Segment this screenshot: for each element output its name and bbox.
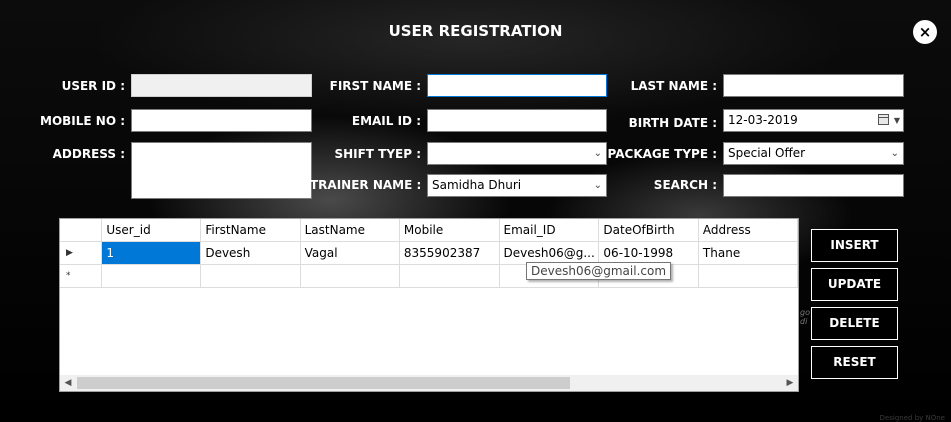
chevron-down-icon: ▼ [893,116,900,125]
package-type-value: Special Offer [728,146,806,160]
table-cell[interactable]: Thane [698,241,798,265]
first-name-label: FIRST NAME : [329,79,421,93]
package-type-select[interactable]: Special Offer ⌄ [723,142,904,165]
table-cell[interactable] [698,264,798,288]
trainer-name-select[interactable]: Samidha Dhuri ⌄ [427,174,607,197]
table-cell[interactable] [101,264,202,288]
column-header-last-name[interactable]: LastName [300,219,400,242]
email-id-field[interactable] [427,109,607,132]
first-name-field[interactable] [427,74,607,97]
mobile-no-field[interactable] [131,109,312,132]
address-label: ADDRESS : [52,147,125,161]
insert-button[interactable]: INSERT [811,229,898,262]
search-label: SEARCH : [653,178,717,192]
delete-button[interactable]: DELETE [811,307,898,340]
reset-button[interactable]: RESET [811,346,898,379]
shift-type-label: SHIFT TYEP : [334,147,421,161]
column-header-date-of-birth[interactable]: DateOfBirth [598,219,699,242]
table-cell[interactable] [399,264,500,288]
scrollbar-thumb[interactable] [77,377,570,389]
user-id-field[interactable] [131,74,312,97]
package-type-label: PACKAGE TYPE : [607,147,717,161]
new-row[interactable]: * [60,264,798,288]
address-field[interactable] [131,142,312,199]
trainer-name-label: TRAINER NAME : [310,178,422,192]
birth-date-picker[interactable]: 12-03-2019 ▼ [723,109,904,132]
close-icon: × [918,23,932,41]
shift-type-select[interactable]: ⌄ [427,142,607,165]
background-text-fragment: go di [800,308,810,326]
horizontal-scrollbar[interactable]: ◀ ▶ [60,375,798,391]
window-title: USER REGISTRATION [388,22,563,40]
trainer-name-value: Samidha Dhuri [432,178,522,192]
table-cell[interactable]: Vagal [300,241,400,265]
email-id-label: EMAIL ID : [351,114,421,128]
user-data-grid[interactable]: User_id FirstName LastName Mobile Email_… [59,218,799,392]
column-header-user-id[interactable]: User_id [101,219,202,242]
new-row-indicator-icon: * [60,264,103,288]
table-cell[interactable]: 1 [101,241,202,265]
last-name-label: LAST NAME : [630,79,717,93]
column-header-first-name[interactable]: FirstName [200,219,301,242]
birth-date-label: BIRTH DATE : [628,116,717,130]
calendar-icon [878,114,889,125]
table-row[interactable]: ▶ 1 Devesh Vagal 8355902387 Devesh06@g..… [60,241,798,265]
birth-date-value: 12-03-2019 [728,113,798,127]
column-header-address[interactable]: Address [698,219,798,242]
cell-tooltip: Devesh06@gmail.com [526,262,672,280]
close-button[interactable]: × [913,20,937,44]
column-header-email-id[interactable]: Email_ID [499,219,600,242]
search-input[interactable] [723,174,904,197]
mobile-no-label: MOBILE NO : [40,114,125,128]
designer-credit: Designed by NOne [879,414,945,422]
column-header-mobile[interactable]: Mobile [399,219,500,242]
update-button[interactable]: UPDATE [811,268,898,301]
grid-corner-cell [60,219,103,242]
table-cell[interactable]: Devesh [200,241,301,265]
table-cell[interactable] [300,264,400,288]
grid-header-row: User_id FirstName LastName Mobile Email_… [60,219,798,242]
scroll-left-icon[interactable]: ◀ [60,375,76,391]
row-indicator-icon: ▶ [60,241,103,265]
table-cell[interactable]: 8355902387 [399,241,500,265]
chevron-down-icon: ⌄ [890,148,899,159]
user-id-label: USER ID : [61,79,125,93]
scroll-right-icon[interactable]: ▶ [782,375,798,391]
last-name-field[interactable] [723,74,904,97]
table-cell[interactable] [200,264,301,288]
